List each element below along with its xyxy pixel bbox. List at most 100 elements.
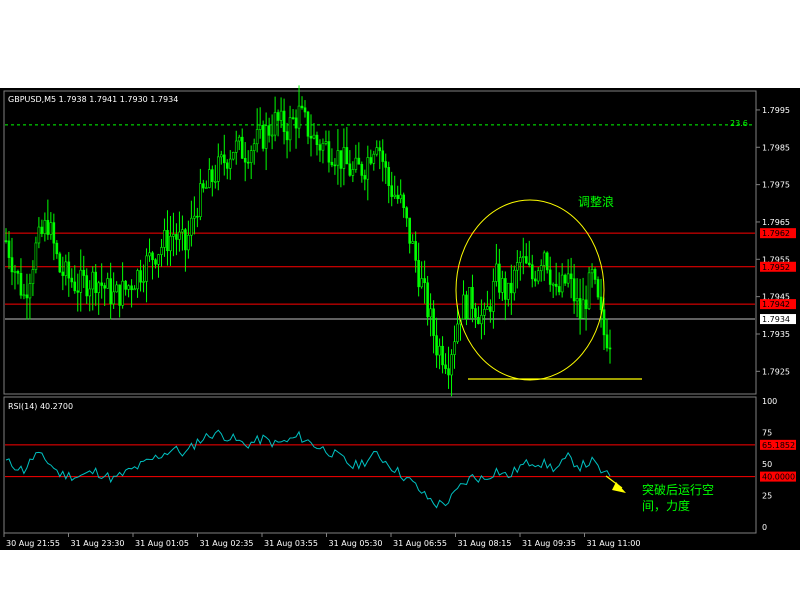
candle-body: [154, 259, 157, 265]
candle-body: [288, 117, 292, 141]
candle-body: [73, 281, 77, 292]
candle-body: [193, 215, 196, 219]
candle-body: [7, 240, 11, 258]
candle-body: [142, 281, 145, 283]
candle-body: [444, 364, 447, 369]
candle-body: [608, 347, 612, 350]
candle-body: [130, 285, 133, 291]
candle-body: [605, 334, 609, 349]
time-tick-label: 30 Aug 21:55: [6, 539, 60, 548]
candle-body: [82, 269, 86, 276]
candle-body: [536, 270, 540, 282]
time-tick-label: 31 Aug 05:30: [329, 539, 383, 548]
candle-body: [49, 222, 53, 235]
candle-body: [384, 161, 388, 168]
price-tick-label: 1.7975: [762, 181, 790, 190]
candle-body: [246, 161, 250, 164]
candle-body: [551, 283, 555, 286]
candle-body: [303, 107, 307, 113]
candle-body: [115, 284, 118, 293]
candle-body: [578, 298, 582, 319]
candle-body: [64, 261, 68, 276]
candle-body: [118, 284, 121, 306]
candle-body: [402, 194, 405, 208]
candle-body: [261, 124, 265, 149]
candle-body: [471, 287, 474, 309]
candle-body: [234, 140, 238, 153]
candle-body: [276, 112, 280, 121]
candle-body: [243, 158, 247, 163]
candle-body: [330, 161, 334, 166]
candle-body: [46, 220, 50, 235]
candle-body: [100, 282, 103, 286]
candle-body: [222, 154, 226, 164]
candle-body: [381, 150, 385, 162]
candle-body: [199, 183, 202, 217]
candle-body: [148, 252, 151, 257]
candle-body: [297, 105, 301, 129]
candle-body: [237, 136, 241, 142]
candle-body: [196, 215, 199, 218]
candle-body: [447, 368, 450, 376]
candle-body: [19, 272, 23, 296]
candle-body: [187, 234, 190, 251]
candle-body: [157, 254, 160, 265]
candle-body: [539, 265, 543, 272]
candle-body: [85, 275, 89, 297]
candle-body: [306, 111, 310, 137]
rsi-tick-label: 75: [762, 429, 772, 438]
level-price-tag-label: 1.7934: [762, 315, 790, 324]
candle-body: [270, 134, 274, 137]
candle-body: [178, 231, 181, 240]
candle-body: [184, 229, 187, 251]
candle-body: [55, 242, 59, 255]
price-tick-label: 1.7995: [762, 106, 790, 115]
candle-body: [216, 156, 220, 182]
symbol-header: GBPUSD,M5 1.7938 1.7941 1.7930 1.7934: [8, 95, 178, 104]
rsi-header: RSI(14) 40.2700: [8, 402, 73, 411]
candle-body: [43, 220, 47, 234]
candle-body: [378, 147, 382, 152]
breakout-note-line2: 间，力度: [642, 498, 690, 513]
candle-body: [145, 255, 148, 282]
candle-body: [70, 277, 74, 283]
candle-body: [166, 230, 169, 252]
candle-body: [492, 281, 495, 312]
candle-body: [357, 157, 361, 165]
candle-body: [360, 163, 364, 176]
chart-root: 1.79951.79851.79751.79651.79551.79451.79…: [0, 85, 800, 550]
candle-body: [333, 164, 337, 167]
rsi-tick-label: 100: [762, 397, 777, 406]
candle-body: [88, 288, 92, 297]
candle-body: [34, 242, 38, 270]
candle-body: [572, 278, 576, 302]
candle-body: [387, 167, 391, 186]
price-tick-label: 1.7925: [762, 367, 790, 376]
candle-body: [498, 263, 501, 293]
candle-body: [483, 309, 486, 316]
candle-body: [542, 252, 546, 266]
candle-body: [363, 175, 367, 180]
candle-body: [103, 285, 106, 289]
candle-body: [10, 257, 14, 273]
candle-body: [474, 308, 477, 318]
candle-body: [52, 222, 56, 244]
candle-body: [252, 143, 256, 151]
candle-body: [327, 141, 331, 163]
candle-body: [136, 270, 139, 290]
candle-body: [462, 294, 465, 320]
candle-body: [76, 290, 80, 293]
fib-level-label: 23.6: [730, 119, 748, 128]
candle-body: [190, 217, 193, 236]
candle-body: [557, 286, 561, 293]
candle-body: [273, 112, 277, 136]
candle-body: [202, 183, 205, 189]
candle-body: [516, 262, 519, 271]
candle-body: [530, 264, 534, 280]
candle-body: [587, 272, 591, 310]
candle-body: [518, 257, 522, 263]
candle-body: [181, 229, 184, 233]
candle-body: [228, 158, 232, 169]
breakout-note-line1: 突破后运行空: [642, 482, 714, 497]
candle-body: [31, 269, 35, 285]
